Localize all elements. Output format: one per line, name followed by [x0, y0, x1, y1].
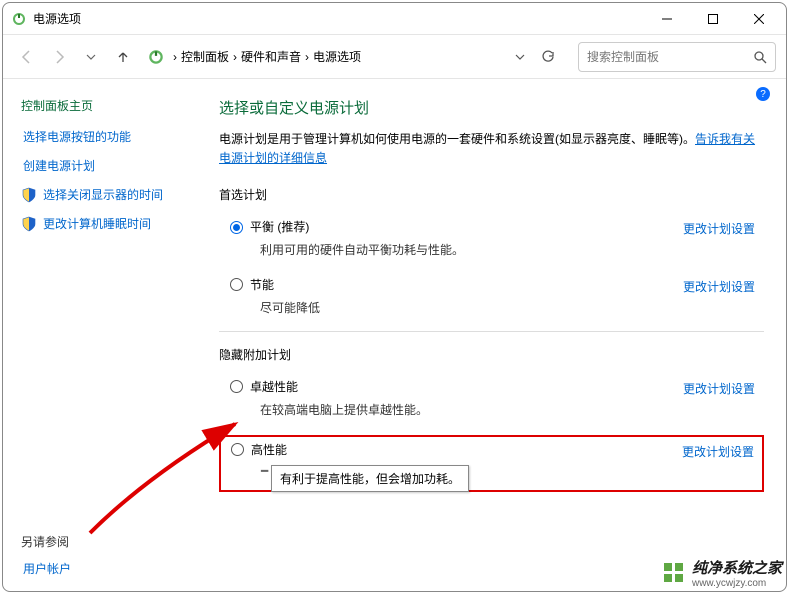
close-button[interactable]	[736, 3, 782, 35]
recent-button[interactable]	[77, 41, 105, 73]
page-title: 选择或自定义电源计划	[219, 97, 764, 118]
change-plan-balanced[interactable]: 更改计划设置	[683, 218, 755, 237]
plan-high-performance-highlight: 高性能 ━ ━━━━ ━━━━━━━ 更改计划设置 有利于提高性能，但会增加功耗…	[219, 435, 764, 492]
sidebar-link-power-buttons[interactable]: 选择电源按钮的功能	[21, 128, 215, 145]
sidebar-link-create-plan[interactable]: 创建电源计划	[21, 157, 215, 174]
search-icon	[753, 50, 767, 64]
crumb-control-panel[interactable]: 控制面板	[181, 48, 229, 65]
sidebar-home[interactable]: 控制面板主页	[21, 97, 215, 114]
main-content: ? 选择或自定义电源计划 电源计划是用于管理计算机如何使用电源的一套硬件和系统设…	[215, 79, 786, 591]
toolbar: › 控制面板 › 硬件和声音 › 电源选项 搜索控制面板	[3, 35, 786, 79]
plan-ultimate: 卓越性能 在较高端电脑上提供卓越性能。 更改计划设置	[219, 373, 764, 429]
sidebar-link-display-off[interactable]: 选择关闭显示器的时间	[43, 186, 163, 203]
change-plan-saver[interactable]: 更改计划设置	[683, 276, 755, 295]
up-button[interactable]	[109, 41, 137, 73]
minimize-button[interactable]	[644, 3, 690, 35]
plan-balanced-desc: 利用可用的硬件自动平衡功耗与性能。	[250, 241, 673, 258]
watermark: 纯净系统之家 www.ycwjzy.com	[662, 557, 782, 589]
window: 电源选项 › 控制面板 › 硬件和声音 › 电源选项 搜索控制面板	[2, 2, 787, 592]
refresh-icon[interactable]	[536, 45, 560, 69]
shield-icon	[21, 216, 37, 232]
search-placeholder: 搜索控制面板	[587, 48, 753, 65]
addr-icon	[147, 48, 165, 66]
change-plan-ultimate[interactable]: 更改计划设置	[683, 378, 755, 397]
page-desc: 电源计划是用于管理计算机如何使用电源的一套硬件和系统设置(如显示器亮度、睡眠等)…	[219, 130, 764, 168]
radio-ultimate[interactable]	[230, 380, 243, 393]
change-plan-high[interactable]: 更改计划设置	[682, 441, 754, 460]
sidebar: 控制面板主页 选择电源按钮的功能 创建电源计划 选择关闭显示器的时间 更改计算机…	[3, 79, 215, 591]
app-icon	[11, 11, 27, 27]
radio-high[interactable]	[231, 443, 244, 456]
titlebar: 电源选项	[3, 3, 786, 35]
sidebar-link-user-accounts[interactable]: 用户帐户	[21, 560, 71, 577]
plan-saver-name[interactable]: 节能	[250, 276, 673, 293]
shield-icon	[21, 187, 37, 203]
search-input[interactable]: 搜索控制面板	[578, 42, 776, 72]
sidebar-link-sleep[interactable]: 更改计算机睡眠时间	[43, 215, 151, 232]
radio-saver[interactable]	[230, 278, 243, 291]
plan-saver-desc: 尽可能降低	[250, 299, 673, 316]
crumb-power-options[interactable]: 电源选项	[313, 48, 361, 65]
forward-button[interactable]	[45, 41, 73, 73]
help-icon[interactable]: ?	[756, 87, 770, 101]
plan-high-name[interactable]: 高性能	[251, 441, 672, 458]
watermark-sub: www.ycwjzy.com	[692, 578, 782, 589]
maximize-button[interactable]	[690, 3, 736, 35]
back-button[interactable]	[13, 41, 41, 73]
plan-balanced-name[interactable]: 平衡 (推荐)	[250, 218, 673, 235]
address-bar[interactable]: › 控制面板 › 硬件和声音 › 电源选项	[141, 41, 566, 73]
preferred-plans-label: 首选计划	[219, 186, 764, 203]
hidden-plans-label: 隐藏附加计划	[219, 346, 764, 363]
tooltip: 有利于提高性能，但会增加功耗。	[271, 465, 469, 492]
sidebar-see-also: 另请参阅	[21, 533, 71, 550]
crumb-sep: ›	[173, 50, 177, 64]
addr-dropdown-icon[interactable]	[508, 45, 532, 69]
radio-balanced[interactable]	[230, 221, 243, 234]
plan-saver: 节能 尽可能降低 更改计划设置	[219, 271, 764, 327]
watermark-title: 纯净系统之家	[692, 560, 782, 577]
plan-ultimate-desc: 在较高端电脑上提供卓越性能。	[250, 401, 673, 418]
plan-balanced: 平衡 (推荐) 利用可用的硬件自动平衡功耗与性能。 更改计划设置	[219, 213, 764, 269]
body: 控制面板主页 选择电源按钮的功能 创建电源计划 选择关闭显示器的时间 更改计算机…	[3, 79, 786, 591]
divider	[219, 331, 764, 332]
plan-ultimate-name[interactable]: 卓越性能	[250, 378, 673, 395]
window-title: 电源选项	[33, 10, 81, 27]
crumb-hardware-sound[interactable]: 硬件和声音	[241, 48, 301, 65]
